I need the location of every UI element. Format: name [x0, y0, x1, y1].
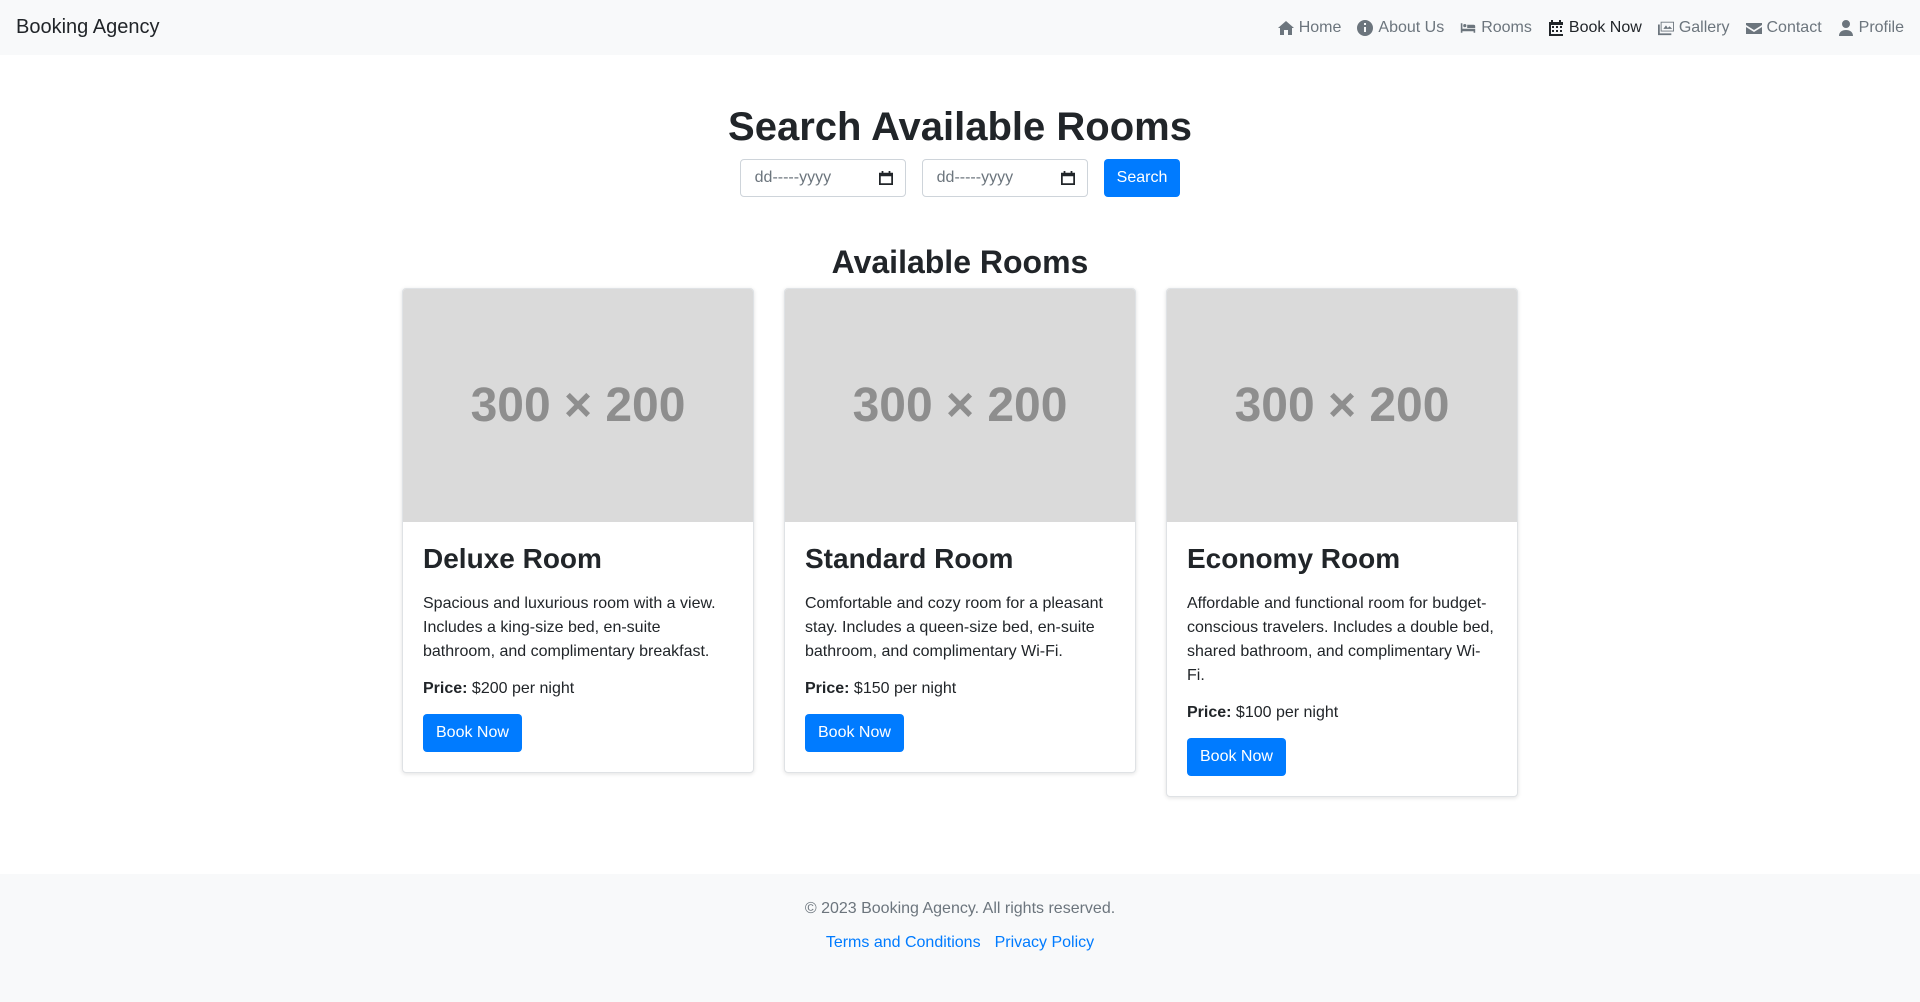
room-cards: 300 × 200 Deluxe Room Spacious and luxur… — [0, 288, 1920, 797]
navbar: Booking Agency Home About Us Rooms Book … — [0, 0, 1920, 55]
nav-item-label: Profile — [1858, 18, 1904, 36]
room-description: Comfortable and cozy room for a pleasant… — [805, 594, 1103, 660]
user-icon — [1838, 19, 1853, 36]
nav-item-gallery[interactable]: Gallery — [1657, 18, 1730, 37]
checkin-date-input[interactable]: dd-----yyyy — [739, 159, 906, 197]
price-value: $100 per night — [1235, 703, 1339, 721]
nav-item-profile[interactable]: Profile — [1838, 19, 1904, 37]
nav-item-label: Contact — [1766, 18, 1822, 36]
nav-item-home[interactable]: Home — [1277, 18, 1342, 37]
book-now-button[interactable]: Book Now — [805, 713, 904, 752]
home-icon — [1277, 20, 1294, 35]
room-price: Price: $100 per night — [1187, 704, 1497, 722]
room-image-placeholder: 300 × 200 — [403, 289, 753, 523]
calendar-icon — [1548, 19, 1563, 36]
nav-item-label: Home — [1298, 18, 1342, 36]
available-rooms-title: Available Rooms — [831, 244, 1089, 280]
room-description: Spacious and luxurious room with a view.… — [423, 594, 716, 660]
card-body: Standard Room Comfortable and cozy room … — [785, 522, 1135, 772]
footer-links: Terms and Conditions Privacy Policy — [0, 934, 1920, 952]
nav-item-rooms[interactable]: Rooms — [1460, 19, 1532, 37]
nav-item-label: About Us — [1378, 18, 1445, 36]
book-now-button[interactable]: Book Now — [1187, 737, 1286, 776]
price-label: Price: — [423, 679, 468, 697]
checkout-date-placeholder: dd-----yyyy — [936, 169, 1014, 186]
privacy-link[interactable]: Privacy Policy — [995, 934, 1095, 952]
room-name: Standard Room — [805, 543, 1014, 575]
price-value: $150 per night — [853, 679, 957, 697]
room-card-deluxe: 300 × 200 Deluxe Room Spacious and luxur… — [402, 288, 754, 773]
nav-item-label: Rooms — [1481, 18, 1532, 36]
nav-item-contact[interactable]: Contact — [1745, 18, 1822, 37]
room-description: Affordable and functional room for budge… — [1187, 594, 1494, 684]
search-section: Search Available Rooms dd-----yyyy dd---… — [0, 55, 1920, 197]
copyright-text: © 2023 Booking Agency. All rights reserv… — [804, 900, 1116, 917]
brand-link[interactable]: Booking Agency — [16, 16, 159, 39]
price-value: $200 per night — [471, 679, 575, 697]
room-name: Economy Room — [1187, 543, 1401, 575]
nav-item-label: Gallery — [1678, 18, 1730, 36]
terms-link[interactable]: Terms and Conditions — [826, 934, 981, 952]
room-image-placeholder: 300 × 200 — [1167, 289, 1517, 523]
nav-item-label: Book Now — [1568, 18, 1642, 36]
price-label: Price: — [805, 679, 850, 697]
images-icon — [1657, 21, 1674, 35]
room-card-economy: 300 × 200 Economy Room Affordable and fu… — [1166, 288, 1518, 797]
checkin-date-placeholder: dd-----yyyy — [754, 169, 832, 186]
checkout-date-input[interactable]: dd-----yyyy — [921, 159, 1088, 197]
room-price: Price: $150 per night — [805, 680, 1115, 698]
envelope-icon — [1745, 22, 1762, 34]
card-body: Deluxe Room Spacious and luxurious room … — [403, 522, 753, 772]
room-card-standard: 300 × 200 Standard Room Comfortable and … — [784, 288, 1136, 773]
price-label: Price: — [1187, 703, 1232, 721]
search-title: Search Available Rooms — [728, 105, 1192, 149]
bed-icon — [1461, 22, 1476, 33]
room-price: Price: $200 per night — [423, 680, 733, 698]
search-button[interactable]: Search — [1103, 159, 1181, 197]
calendar-picker-icon[interactable] — [878, 171, 893, 185]
calendar-picker-icon[interactable] — [1060, 171, 1075, 185]
nav-item-book-now[interactable]: Book Now — [1548, 19, 1642, 37]
room-name: Deluxe Room — [423, 543, 602, 575]
book-now-button[interactable]: Book Now — [423, 713, 522, 752]
nav-item-about-us[interactable]: About Us — [1357, 19, 1444, 37]
nav-menu: Home About Us Rooms Book Now Gallery Con… — [1277, 18, 1904, 37]
room-image-placeholder: 300 × 200 — [785, 289, 1135, 523]
footer: © 2023 Booking Agency. All rights reserv… — [0, 874, 1920, 1002]
info-circle-icon — [1357, 19, 1374, 36]
card-body: Economy Room Affordable and functional r… — [1167, 522, 1517, 796]
search-form: dd-----yyyy dd-----yyyy Search — [0, 159, 1920, 197]
